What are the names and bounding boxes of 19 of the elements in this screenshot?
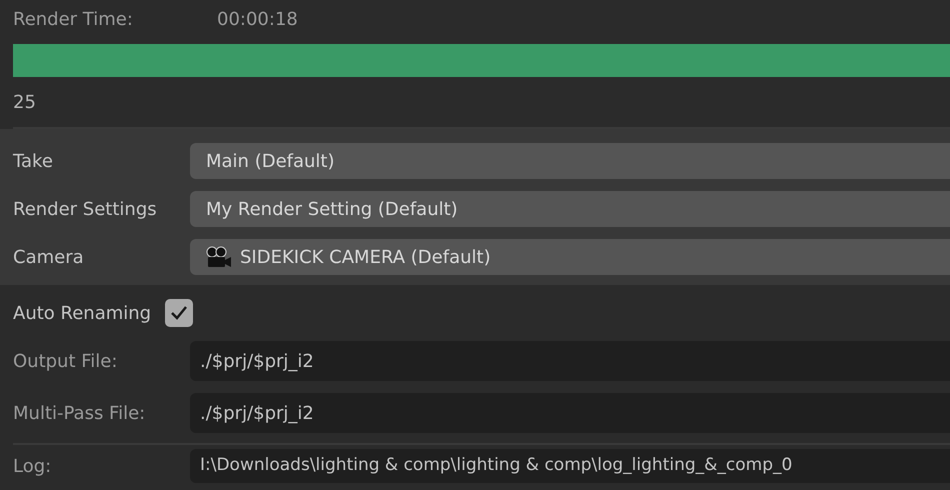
auto-renaming-label: Auto Renaming bbox=[13, 302, 152, 326]
frame-number: 25 bbox=[13, 90, 36, 114]
field-label: Take bbox=[12, 150, 54, 174]
field-label: Multi-Pass File: bbox=[12, 402, 146, 426]
field-label: Output File: bbox=[12, 350, 118, 374]
dropdown-field[interactable]: My Render Setting (Default) bbox=[190, 191, 950, 227]
log-field[interactable]: I:\Downloads\lighting & comp\lighting & comp\log_lighting_&_comp_0 bbox=[190, 449, 950, 483]
render-time-value: 00:00:18 bbox=[217, 8, 298, 32]
checkmark-icon bbox=[170, 305, 188, 321]
field-label: Camera bbox=[12, 246, 85, 270]
render-time-label: Render Time: bbox=[13, 8, 134, 32]
camera-icon bbox=[206, 246, 232, 268]
dropdown-field[interactable]: SIDEKICK CAMERA (Default) bbox=[190, 239, 950, 275]
field-label: Render Settings bbox=[12, 198, 158, 222]
path-field[interactable]: ./$prj/$prj_i2 bbox=[190, 393, 950, 433]
path-field[interactable]: ./$prj/$prj_i2 bbox=[190, 341, 950, 381]
dropdown-field[interactable]: Main (Default) bbox=[190, 143, 950, 179]
auto-renaming-checkbox[interactable] bbox=[165, 299, 194, 327]
log-label: Log: bbox=[12, 454, 52, 478]
